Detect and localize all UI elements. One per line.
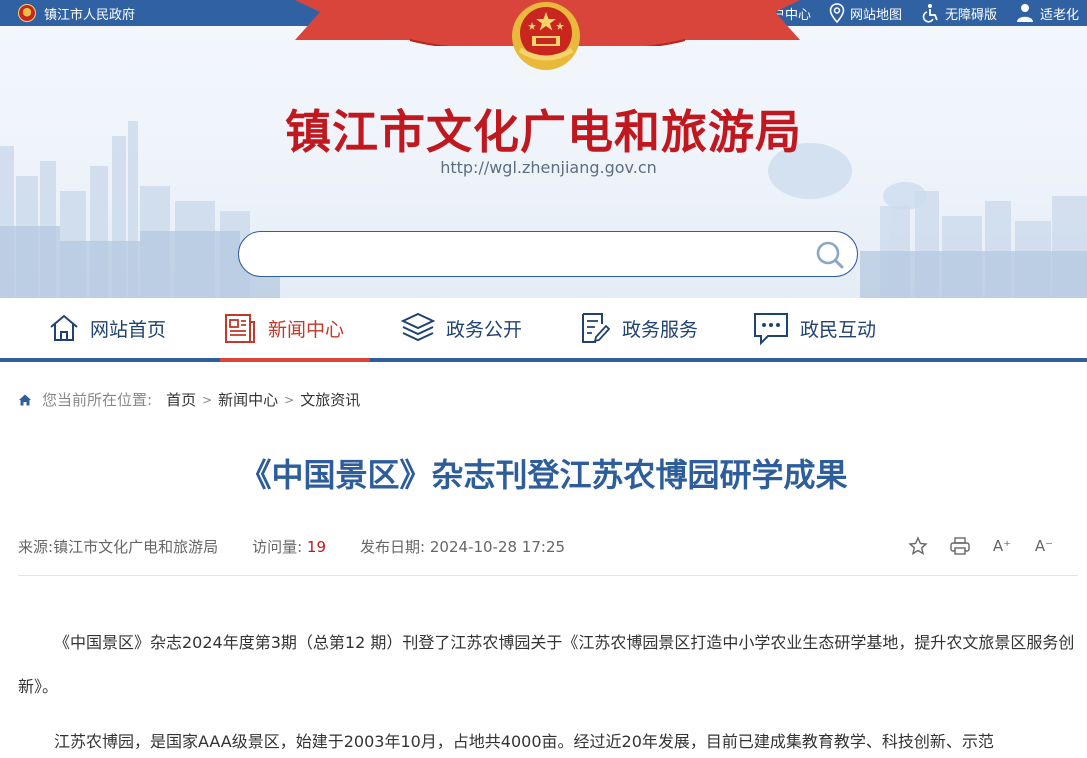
font-decrease-button[interactable]: A⁻ <box>1023 534 1065 558</box>
site-title: 镇江市文化广电和旅游局 <box>285 105 802 159</box>
font-increase-icon: A⁺ <box>992 537 1012 555</box>
nav-item-news[interactable]: 新闻中心 <box>219 298 371 362</box>
home-small-icon <box>19 394 31 405</box>
national-emblem-icon <box>18 4 36 22</box>
favorite-button[interactable] <box>897 534 939 558</box>
search-input[interactable] <box>259 240 799 268</box>
article-paragraph: 江苏农博园，是国家AAA级景区，始建于2003年10月，占地共4000亩。经过近… <box>54 732 994 751</box>
source-value: 镇江市文化广电和旅游局 <box>53 538 219 556</box>
search-icon <box>816 241 844 269</box>
sitemap-link[interactable]: 网站地图 <box>829 3 902 23</box>
print-icon <box>950 537 970 555</box>
article-tools: A⁺ A⁻ <box>897 534 1065 558</box>
font-decrease-icon: A⁻ <box>1034 537 1054 555</box>
accessibility-link[interactable]: 无障碍版 <box>920 3 997 23</box>
breadcrumb-current[interactable]: 文旅资讯 <box>300 389 360 410</box>
chat-icon <box>754 313 788 346</box>
font-increase-button[interactable]: A⁺ <box>981 534 1023 558</box>
gov-link[interactable]: 镇江市人民政府 <box>18 0 135 26</box>
nav-label-home: 网站首页 <box>90 318 167 341</box>
meta-divider <box>18 575 1078 576</box>
document-edit-icon <box>582 313 611 343</box>
article-meta: 来源:镇江市文化广电和旅游局 访问量: 19 发布日期: 2024-10-28 … <box>18 536 599 557</box>
elderly-label: 适老化 <box>1039 7 1079 23</box>
accessibility-icon <box>922 4 938 23</box>
article-views: 访问量: 19 <box>252 536 326 557</box>
nav-item-interaction[interactable]: 政民互动 <box>752 298 876 358</box>
national-emblem <box>512 2 580 70</box>
nav-item-home[interactable]: 网站首页 <box>48 298 166 358</box>
search-button[interactable] <box>815 240 845 274</box>
breadcrumb-separator: > <box>284 392 295 407</box>
date-label: 发布日期: <box>360 538 426 556</box>
sitemap-label: 网站地图 <box>849 7 902 23</box>
article-paragraph: 《中国景区》杂志2024年度第3期（总第12 期）刊登了江苏农博园关于《江苏农博… <box>18 633 1075 696</box>
layers-icon <box>400 312 436 342</box>
gov-name: 镇江市人民政府 <box>44 7 136 23</box>
nav-item-gov-service[interactable]: 政务服务 <box>578 298 698 358</box>
date-value: 2024-10-28 17:25 <box>429 538 566 556</box>
search-box <box>238 231 858 277</box>
elderly-icon <box>1016 4 1033 22</box>
breadcrumb-separator: > <box>202 392 213 407</box>
nav-item-gov-affairs[interactable]: 政务公开 <box>400 298 522 358</box>
favorite-icon <box>908 536 928 555</box>
breadcrumb: 您当前所在位置: 首页 > 新闻中心 > 文旅资讯 <box>18 389 360 410</box>
views-count: 19 <box>306 538 327 556</box>
print-button[interactable] <box>939 534 981 558</box>
elderly-mode-link[interactable]: 适老化 <box>1015 3 1079 23</box>
accessibility-label: 无障碍版 <box>944 7 997 23</box>
newspaper-icon <box>225 314 255 343</box>
site-url[interactable]: http://wgl.zhenjiang.gov.cn <box>0 158 1087 177</box>
main-nav: 网站首页 新闻中心 政务公开 政务服务 政民互动 <box>0 298 1087 362</box>
article-source: 来源:镇江市文化广电和旅游局 <box>18 536 218 557</box>
breadcrumb-home[interactable]: 首页 <box>166 389 196 410</box>
article-title: 《中国景区》杂志刊登江苏农博园研学成果 <box>239 456 848 494</box>
home-icon <box>50 314 78 341</box>
nav-label-gov-service: 政务服务 <box>622 318 699 341</box>
source-label: 来源: <box>18 538 54 556</box>
nav-label-interaction: 政民互动 <box>800 318 877 341</box>
location-icon <box>829 3 845 23</box>
breadcrumb-news[interactable]: 新闻中心 <box>218 389 278 410</box>
views-label: 访问量: <box>252 538 303 556</box>
nav-label-news: 新闻中心 <box>268 318 345 341</box>
nav-label-gov-affairs: 政务公开 <box>446 318 523 341</box>
article-date: 发布日期: 2024-10-28 17:25 <box>360 536 565 557</box>
breadcrumb-prefix: 您当前所在位置: <box>42 391 153 409</box>
